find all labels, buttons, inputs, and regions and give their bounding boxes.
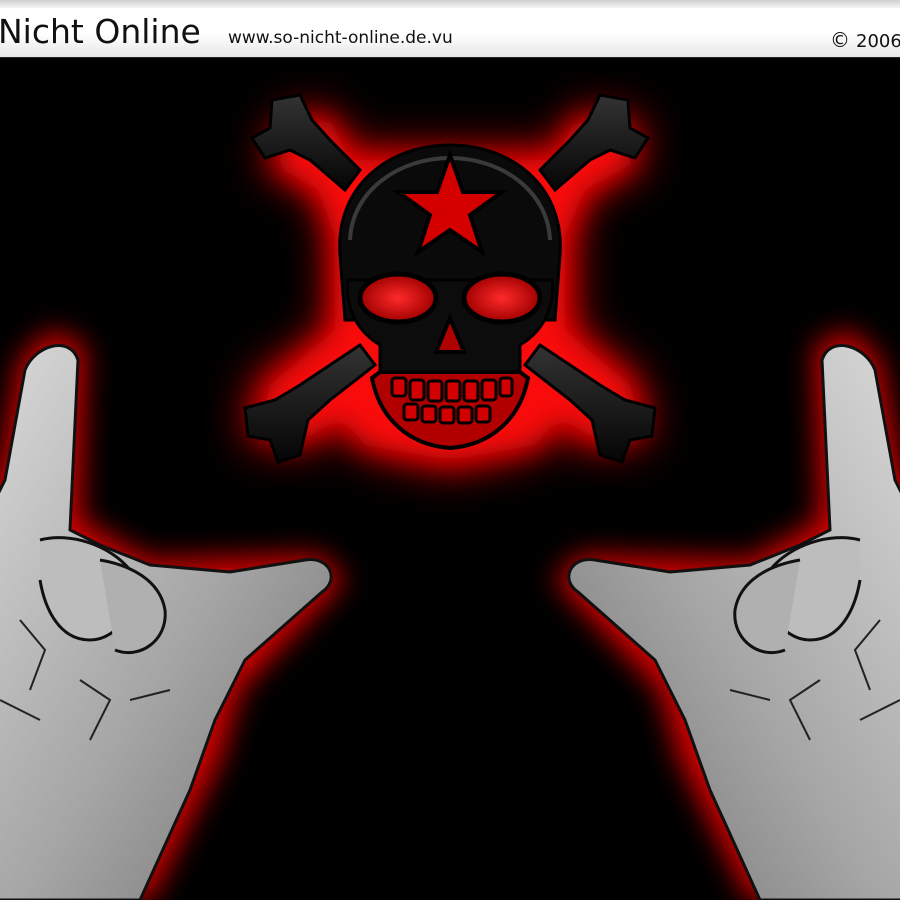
skull-crossbones-icon (243, 93, 657, 470)
artwork (0, 93, 900, 900)
wallpaper: Nicht Online www.so-nicht-online.de.vu ©… (0, 0, 900, 900)
title-bar-strip (0, 0, 900, 8)
title-bar: Nicht Online www.so-nicht-online.de.vu ©… (0, 0, 900, 58)
copyright-year: 2006 (856, 31, 900, 52)
copyright: © 2006 (830, 28, 900, 52)
copyright-icon: © (830, 28, 850, 52)
brand-title: Nicht Online (0, 12, 201, 51)
site-url: www.so-nicht-online.de.vu (228, 28, 453, 48)
